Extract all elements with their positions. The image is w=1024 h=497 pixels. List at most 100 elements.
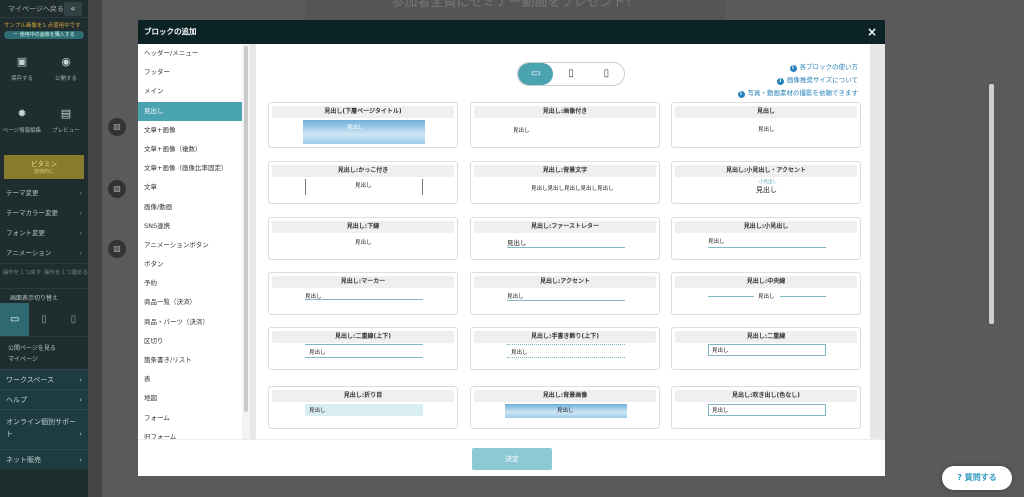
category-item[interactable]: 画像/動画 <box>138 198 242 217</box>
save-icon: ▣ <box>16 55 28 68</box>
publish-button[interactable]: ◉ 公開する <box>44 47 88 99</box>
category-item[interactable]: 商品一覧（決済） <box>138 293 242 312</box>
category-item[interactable]: 箇条書き/リスト <box>138 351 242 370</box>
menu-theme[interactable]: テーマ変更 <box>0 183 88 203</box>
category-item[interactable]: 地図 <box>138 389 242 408</box>
decide-button[interactable]: 決定 <box>472 448 552 470</box>
preview-label: プレビュー <box>52 128 80 134</box>
block-card-preview: 見出し <box>269 118 457 148</box>
block-card[interactable]: 見出し:マーカー 見出し <box>268 272 458 315</box>
block-card-preview: 見出し <box>672 118 860 148</box>
modal-title: ブロックの追加 <box>144 27 197 36</box>
category-item[interactable]: ボタン <box>138 255 242 274</box>
category-item[interactable]: フッター <box>138 63 242 82</box>
help-link-usage[interactable]: i 各ブロックの使い方 <box>738 61 858 74</box>
category-item[interactable]: 区切り <box>138 332 242 351</box>
image-icon[interactable]: ▧ <box>108 180 126 198</box>
double-chevron-left-icon[interactable]: « <box>64 2 82 16</box>
block-card[interactable]: 見出し:かっこ付き 見出し <box>268 161 458 204</box>
preview-text: 見出し <box>507 239 527 247</box>
block-card[interactable]: 見出し:二重線(上下) 見出し <box>268 327 458 370</box>
block-card-preview: 小見出し 見出し <box>672 177 860 207</box>
page-info-button[interactable]: ✹ ページ情報編集 <box>0 99 44 151</box>
info-icon: i <box>776 78 784 85</box>
category-item[interactable]: 表 <box>138 370 242 389</box>
desktop-icon[interactable]: ▭ <box>0 303 30 336</box>
block-card[interactable]: 見出し:吹き出し(色なし) 見出し <box>671 386 861 429</box>
category-item[interactable]: 文章+画像（画像比率固定） <box>138 159 242 178</box>
category-item[interactable]: 商品・パーツ（決済） <box>138 313 242 332</box>
block-card[interactable]: 見出し:折り目 見出し <box>268 386 458 429</box>
block-card[interactable]: 見出し:小見出し 見出し <box>671 217 861 260</box>
page-info-label: ページ情報編集 <box>2 128 42 134</box>
block-card[interactable]: 見出し 見出し <box>671 102 861 148</box>
modal-footer: 決定 <box>138 439 885 476</box>
block-card[interactable]: 見出し:小見出し・アクセント 小見出し 見出し <box>671 161 861 204</box>
category-item[interactable]: 予約 <box>138 274 242 293</box>
scroll-thumb[interactable] <box>244 46 248 412</box>
help-link-image-size-label: 画像推奨サイズについて <box>786 76 858 84</box>
category-item[interactable]: SNS連携 <box>138 217 242 236</box>
gallery-scrollbar[interactable] <box>989 84 994 324</box>
tablet-icon[interactable]: ▯ <box>553 63 588 85</box>
publish-label: 公開する <box>54 76 77 82</box>
menu-animation[interactable]: アニメーション <box>0 243 88 263</box>
section-workspace[interactable]: ワークスペース <box>0 369 88 390</box>
section-online-support[interactable]: オンライン個別サポート <box>0 409 88 449</box>
buy-image-button[interactable]: ー 使用中の画像を購入する <box>4 31 84 39</box>
block-card[interactable]: 見出し:ファーストレター 見出し <box>470 217 660 260</box>
preview-text: 見出し <box>708 239 725 245</box>
block-card[interactable]: 見出し:二重線 見出し <box>671 327 861 370</box>
help-link-image-size[interactable]: i 画像推奨サイズについて <box>738 74 858 87</box>
category-item[interactable]: ヘッダー/メニュー <box>138 44 242 63</box>
phone-icon[interactable]: ▯ <box>59 303 88 336</box>
question-icon: ? <box>957 473 962 482</box>
phone-icon[interactable]: ▯ <box>589 63 624 85</box>
block-card-title: 見出し:手書き飾り(上下) <box>474 331 656 343</box>
help-button[interactable]: ? 質問する <box>942 466 1012 490</box>
mypage-link[interactable]: マイページ <box>8 354 80 365</box>
redo-button[interactable]: 操作を１つ進める <box>44 264 88 288</box>
image-icon[interactable]: ▧ <box>108 118 126 136</box>
block-card[interactable]: 見出し:画像付き 見出し <box>470 102 660 148</box>
block-card[interactable]: 見出し:手書き飾り(上下) 見出し <box>470 327 660 370</box>
publish-icon: ◉ <box>61 55 71 68</box>
block-card[interactable]: 見出し(下層ページタイトル) 見出し <box>268 102 458 148</box>
category-item[interactable]: メイン <box>138 82 242 101</box>
save-label: 保存する <box>10 76 33 82</box>
category-item[interactable]: 文章+画像（複数） <box>138 140 242 159</box>
category-scrollbar[interactable] <box>242 44 250 439</box>
block-card[interactable]: 見出し:中央線 見出し <box>671 272 861 315</box>
undo-redo: 操作を１つ戻す 操作を１つ進める <box>0 263 88 289</box>
menu-theme-color[interactable]: テーマカラー変更 <box>0 203 88 223</box>
theme-badge[interactable]: ビタミン 技術的に <box>4 155 84 179</box>
gear-icon: ✹ <box>17 107 27 120</box>
desktop-icon[interactable]: ▭ <box>518 63 554 85</box>
preview-button[interactable]: ▤ プレビュー <box>44 99 88 151</box>
block-card-title: 見出し:マーカー <box>272 276 454 288</box>
section-net-sales[interactable]: ネット販売 <box>0 449 88 470</box>
back-to-mypage[interactable]: マイページへ戻る « <box>0 0 88 18</box>
image-icon[interactable]: ▧ <box>108 240 126 258</box>
block-card[interactable]: 見出し:背景画像 見出し <box>470 386 660 429</box>
save-button[interactable]: ▣ 保存する <box>0 47 44 99</box>
block-card[interactable]: 見出し:背景文字 見出し見出し見出し見出し見出し <box>470 161 660 204</box>
view-public-page-link[interactable]: 公開ページを見る <box>8 343 80 354</box>
category-item[interactable]: 見出し <box>138 101 242 121</box>
category-item[interactable]: アニメーションボタン <box>138 236 242 255</box>
block-card[interactable]: 見出し:下線 見出し <box>268 217 458 260</box>
category-item[interactable]: 旧フォーム <box>138 428 242 439</box>
undo-button[interactable]: 操作を１つ戻す <box>0 264 44 288</box>
block-card-title: 見出し:吹き出し(色なし) <box>675 390 857 402</box>
category-item[interactable]: 文章 <box>138 178 242 197</box>
preview-text: 見出し <box>511 350 528 356</box>
block-card[interactable]: 見出し:アクセント 見出し <box>470 272 660 315</box>
section-help[interactable]: ヘルプ <box>0 389 88 410</box>
category-item[interactable]: フォーム <box>138 409 242 428</box>
preview-text: 見出し <box>557 408 574 414</box>
menu-font[interactable]: フォント変更 <box>0 223 88 243</box>
tablet-icon[interactable]: ▯ <box>29 303 58 336</box>
help-link-photo-request[interactable]: i 写真・動画素材の撮影を依頼できます <box>737 87 858 100</box>
close-icon[interactable]: × <box>867 20 877 44</box>
category-item[interactable]: 文章+画像 <box>138 121 242 140</box>
